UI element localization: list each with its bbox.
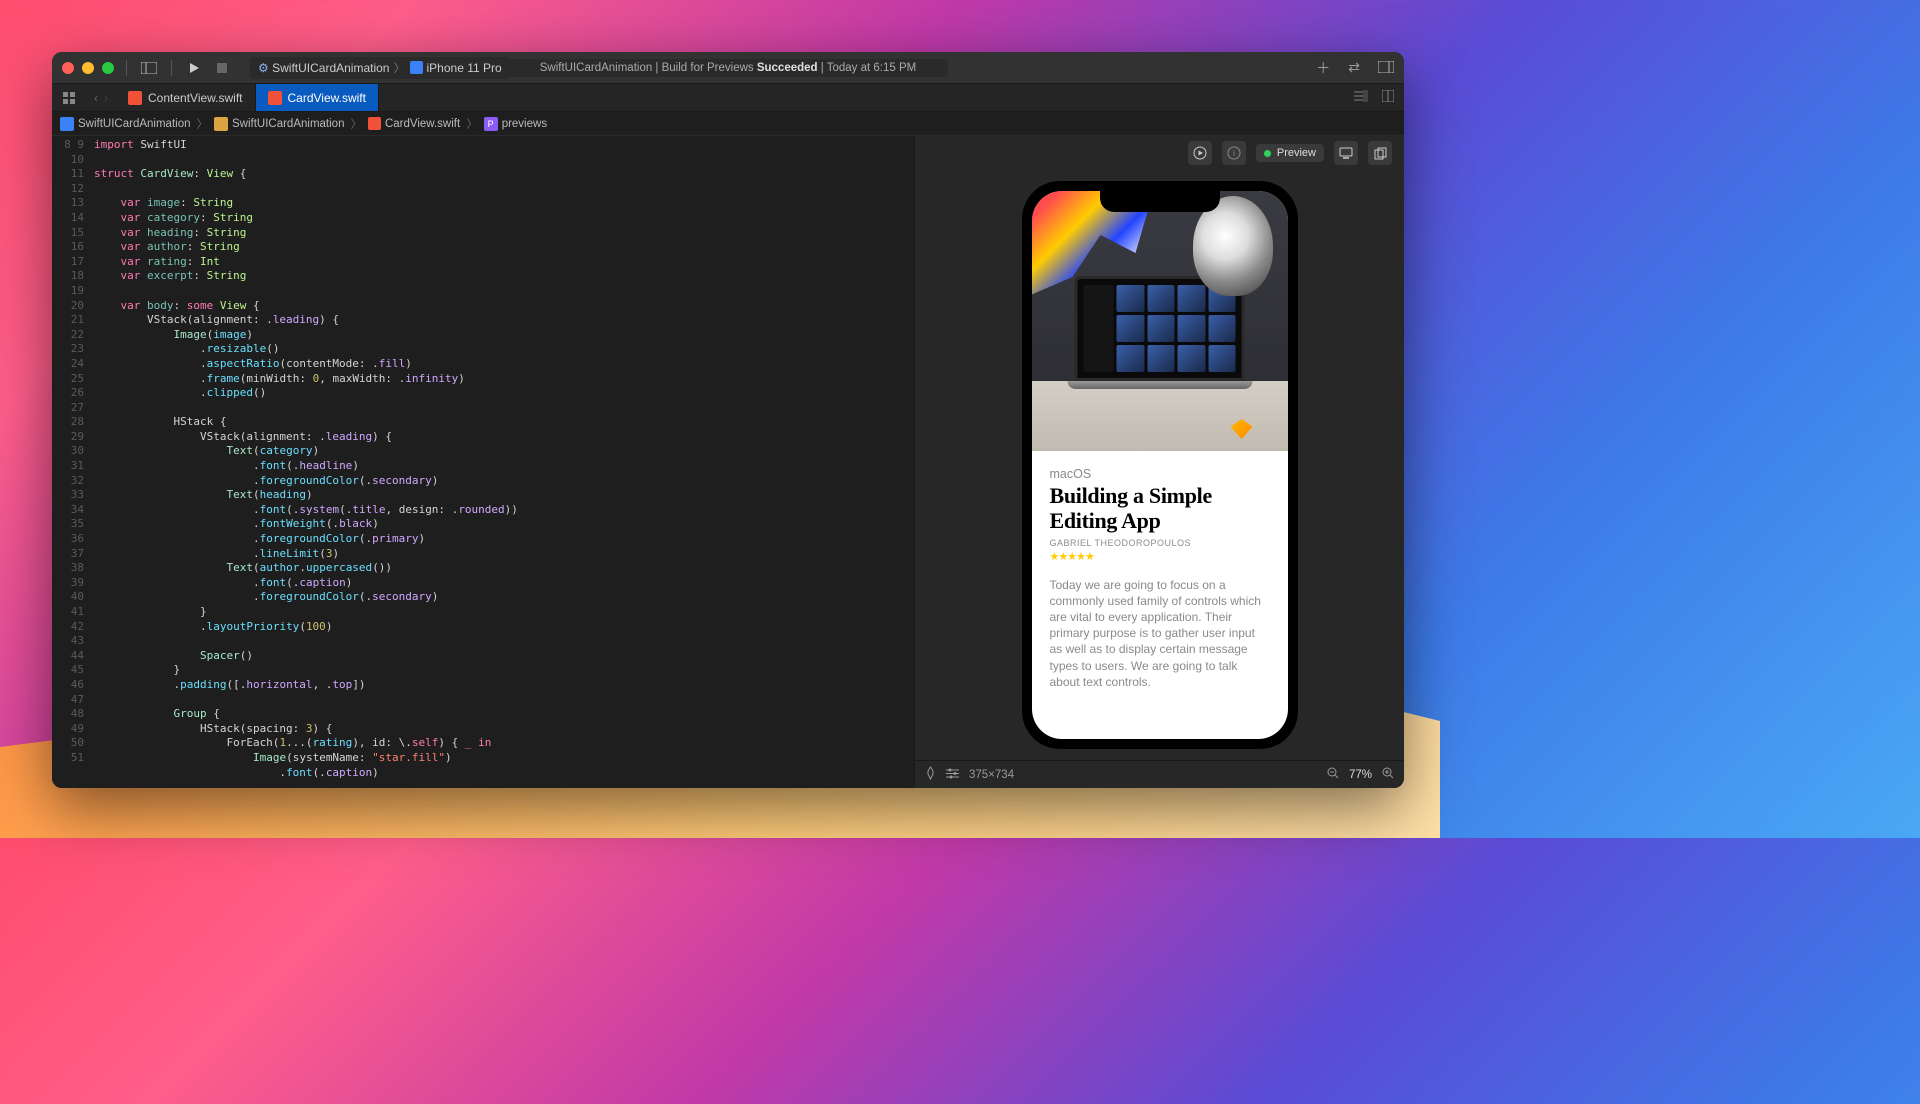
zoom-out-icon[interactable]	[1327, 767, 1339, 782]
live-preview-play-icon[interactable]	[1188, 141, 1212, 165]
card-excerpt: Today we are going to focus on a commonl…	[1050, 577, 1270, 690]
preview-footer: 375×734 77%	[915, 760, 1404, 788]
preview-dimensions: 375×734	[969, 769, 1014, 781]
inspector-toggle-icon[interactable]	[1378, 60, 1394, 76]
xcode-window: ⚙︎ SwiftUICardAnimation 〉 iPhone 11 Pro …	[52, 52, 1404, 788]
iphone-notch	[1100, 190, 1220, 212]
preview-device-icon[interactable]	[1334, 141, 1358, 165]
run-button[interactable]	[184, 62, 204, 74]
card-author: GABRIEL THEODOROPOULOS	[1050, 538, 1270, 548]
pin-icon[interactable]	[925, 766, 936, 783]
back-icon[interactable]: ‹	[94, 91, 98, 105]
tab-cardview[interactable]: CardView.swift	[256, 84, 379, 111]
scheme-selector[interactable]: ⚙︎ SwiftUICardAnimation 〉 iPhone 11 Pro	[250, 57, 510, 79]
titlebar-toolbar: ⚙︎ SwiftUICardAnimation 〉 iPhone 11 Pro …	[52, 52, 1404, 84]
zoom-level[interactable]: 77%	[1349, 769, 1372, 781]
tab-bar: ‹ › ContentView.swift CardView.swift	[52, 84, 1404, 112]
folder-icon	[214, 117, 228, 131]
code-content[interactable]: import SwiftUI struct CardView: View { v…	[90, 136, 914, 788]
minimize-button[interactable]	[82, 62, 94, 74]
related-items-icon[interactable]	[52, 84, 86, 111]
preview-status[interactable]: Preview	[1256, 144, 1324, 162]
tab-contentview[interactable]: ContentView.swift	[116, 84, 256, 111]
code-editor[interactable]: 8 9 10 11 12 13 14 15 16 17 18 19 20 21 …	[52, 136, 914, 788]
card-body: macOS Building a Simple Editing App GABR…	[1032, 451, 1288, 739]
adjust-editor-icon[interactable]	[1382, 90, 1394, 105]
stop-button[interactable]	[212, 63, 232, 73]
preview-toolbar: i Preview	[915, 136, 1404, 170]
property-icon: P	[484, 117, 498, 131]
inspect-preview-icon[interactable]: i	[1222, 141, 1246, 165]
iphone-frame: macOS Building a Simple Editing App GABR…	[1022, 181, 1298, 749]
card-image	[1032, 191, 1288, 451]
card-rating-stars: ★★★★★	[1050, 550, 1270, 563]
line-number-gutter: 8 9 10 11 12 13 14 15 16 17 18 19 20 21 …	[52, 136, 90, 788]
editor-options-icon[interactable]	[1354, 90, 1368, 105]
preview-canvas-panel: i Preview	[914, 136, 1404, 788]
iphone-screen: macOS Building a Simple Editing App GABR…	[1032, 191, 1288, 739]
svg-text:i: i	[1233, 149, 1235, 158]
swift-file-icon	[368, 117, 381, 130]
card-heading: Building a Simple Editing App	[1050, 483, 1270, 534]
jump-bar[interactable]: SwiftUICardAnimation 〉 SwiftUICardAnimat…	[52, 112, 1404, 136]
forward-icon[interactable]: ›	[104, 91, 108, 105]
card-category: macOS	[1050, 467, 1270, 481]
zoom-in-icon[interactable]	[1382, 767, 1394, 782]
duplicate-preview-icon[interactable]	[1368, 141, 1392, 165]
scheme-device: iPhone 11 Pro	[427, 61, 502, 75]
activity-status: SwiftUICardAnimation | Build for Preview…	[508, 59, 948, 77]
status-dot-icon	[1264, 150, 1271, 157]
traffic-lights	[62, 62, 114, 74]
close-button[interactable]	[62, 62, 74, 74]
preview-canvas[interactable]: macOS Building a Simple Editing App GABR…	[915, 170, 1404, 760]
swift-file-icon	[268, 91, 282, 105]
swift-file-icon	[128, 91, 142, 105]
settings-icon[interactable]	[946, 768, 959, 782]
add-icon[interactable]: ＋	[1316, 58, 1330, 78]
scheme-project: SwiftUICardAnimation	[272, 61, 389, 75]
project-icon	[60, 117, 74, 131]
sidebar-toggle-icon[interactable]	[139, 62, 159, 74]
code-review-icon[interactable]: ⇄	[1348, 59, 1360, 76]
maximize-button[interactable]	[102, 62, 114, 74]
